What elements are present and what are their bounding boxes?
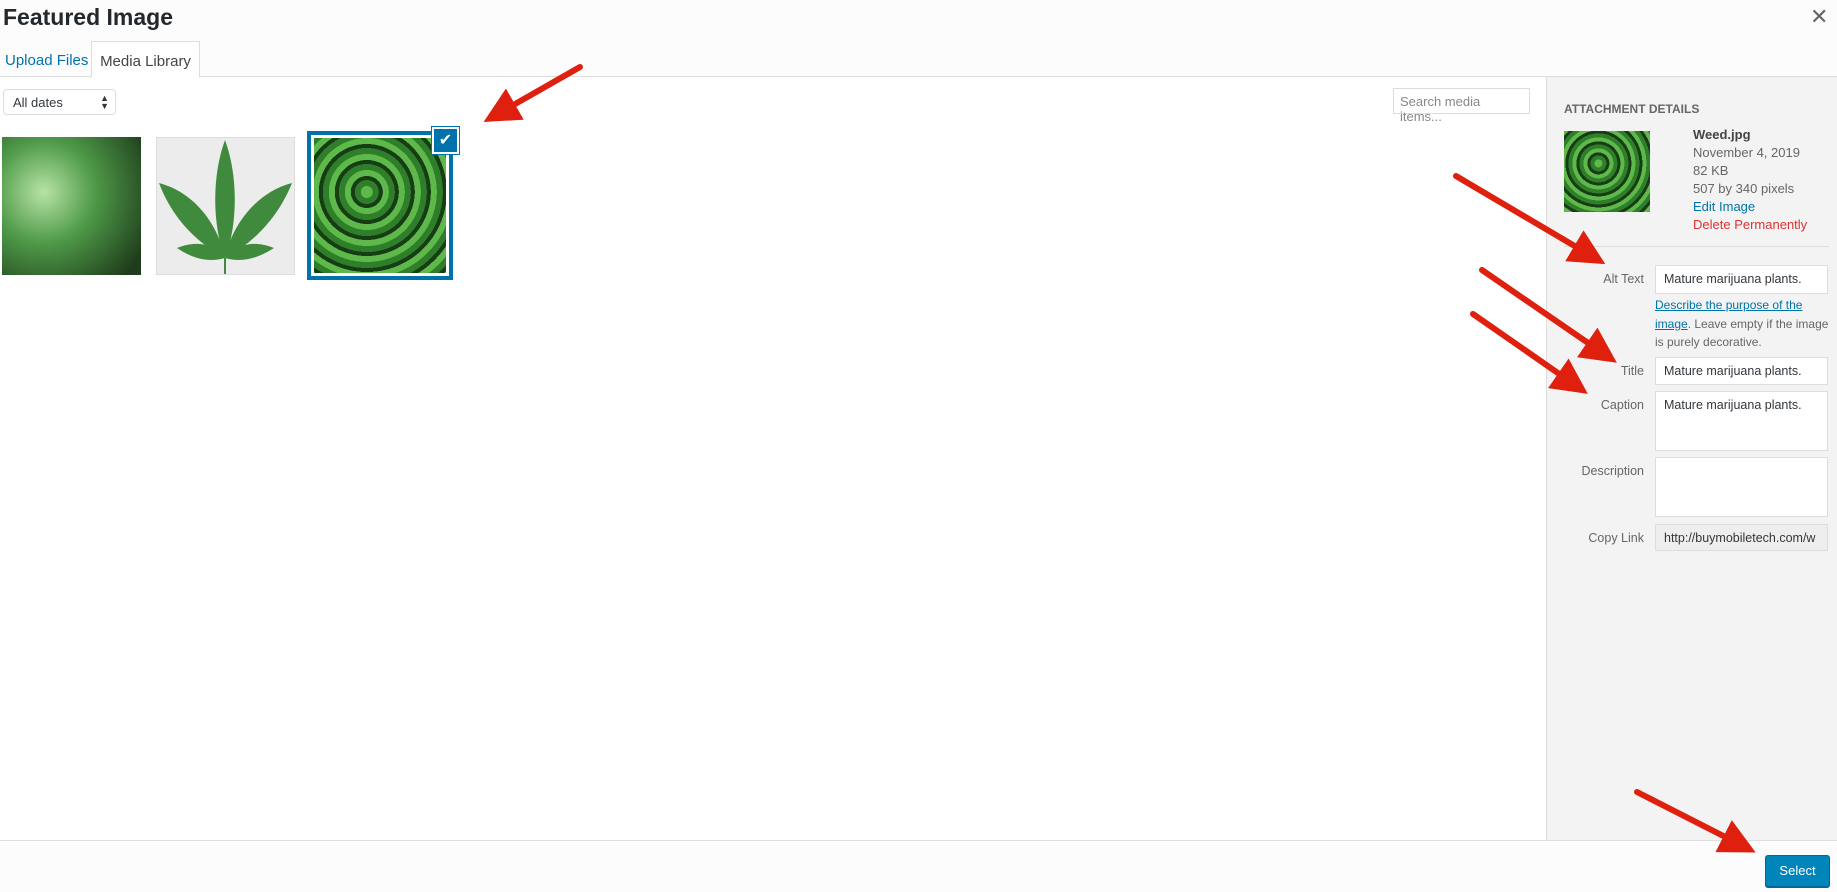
copy-link-label: Copy Link xyxy=(1588,531,1644,545)
divider xyxy=(1564,246,1829,247)
media-item[interactable] xyxy=(2,137,141,275)
details-heading: Attachment Details xyxy=(1564,102,1700,116)
leaf-image xyxy=(159,140,292,274)
title-label: Title xyxy=(1620,364,1644,378)
copy-link-input[interactable]: http://buymobiletech.com/w xyxy=(1655,524,1828,551)
dimensions: 507 by 340 pixels xyxy=(1693,181,1795,196)
modal-header xyxy=(0,0,1837,77)
delete-permanently-link[interactable]: Delete Permanently xyxy=(1693,217,1807,232)
select-arrows-icon: ▲ ▼ xyxy=(100,93,109,111)
tab-upload-files[interactable]: Upload Files xyxy=(2,45,91,77)
checkmark-icon[interactable]: ✔ xyxy=(431,126,460,155)
modal-footer xyxy=(0,840,1837,892)
date-filter-select[interactable]: All dates ▲ ▼ xyxy=(3,89,116,115)
file-size: 82 KB xyxy=(1693,163,1729,178)
tab-media-library[interactable]: Media Library xyxy=(91,41,200,78)
select-button[interactable]: Select xyxy=(1765,855,1830,887)
filename: Weed.jpg xyxy=(1693,127,1751,142)
date-filter-value: All dates xyxy=(13,95,63,110)
alt-text-help: Describe the purpose of the image. Leave… xyxy=(1655,296,1830,352)
alt-text-label: Alt Text xyxy=(1603,272,1644,286)
description-label: Description xyxy=(1581,464,1644,478)
details-thumbnail xyxy=(1564,131,1650,212)
close-icon[interactable]: ✕ xyxy=(1810,4,1828,30)
caption-label: Caption xyxy=(1600,398,1644,412)
title-input[interactable]: Mature marijuana plants. xyxy=(1655,357,1828,385)
search-input[interactable]: Search media items... xyxy=(1393,88,1530,124)
edit-image-link[interactable]: Edit Image xyxy=(1693,199,1755,214)
media-image xyxy=(314,138,446,273)
description-textarea[interactable] xyxy=(1655,457,1828,517)
media-item[interactable] xyxy=(156,137,295,275)
caption-textarea[interactable]: Mature marijuana plants. xyxy=(1655,391,1828,451)
modal-title: Featured Image xyxy=(3,4,173,30)
upload-date: November 4, 2019 xyxy=(1693,145,1800,160)
alt-text-input[interactable]: Mature marijuana plants. xyxy=(1655,265,1828,294)
